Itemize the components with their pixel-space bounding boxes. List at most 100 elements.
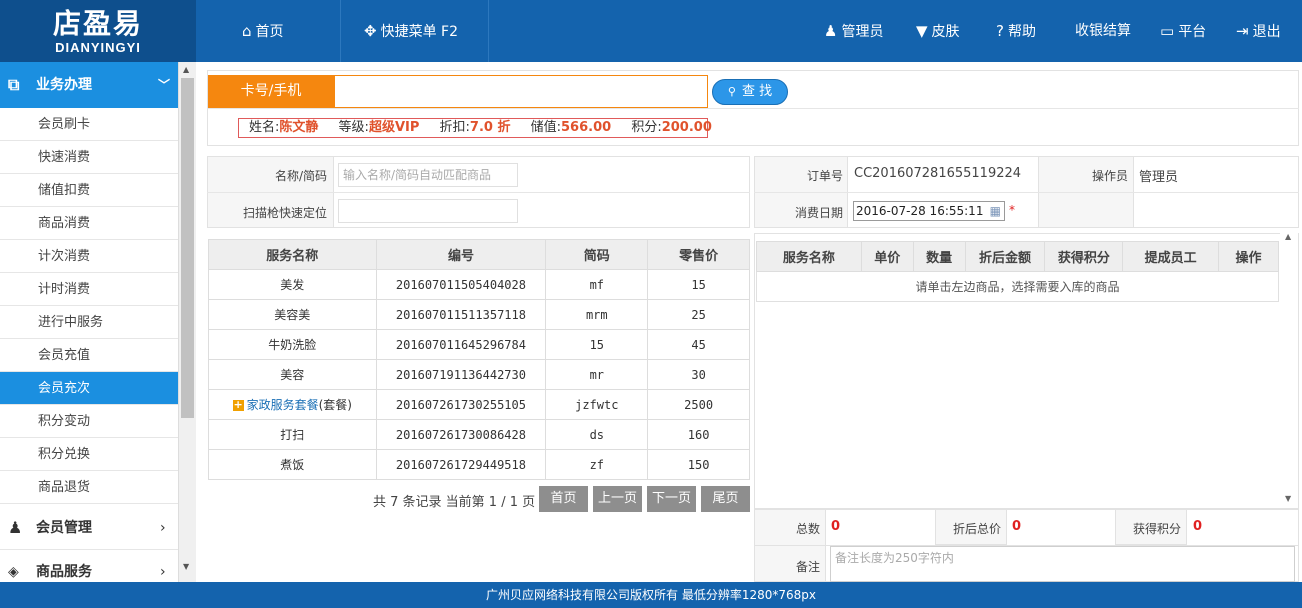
product-name-cell[interactable]: 美容 [208,359,377,390]
nav-platform[interactable]: ▭ 平台 [1160,0,1206,62]
user-add-icon: ♟ [8,518,23,537]
nav-home[interactable]: ⌂ 首页 [242,0,284,62]
search-button[interactable]: ⚲ 查 找 [712,79,788,105]
nav-skin-label: 皮肤 [931,24,960,40]
product-name-cell[interactable]: 牛奶洗脸 [208,329,377,360]
product-short-cell: mf [545,269,649,300]
product-code-cell: 201607261730086428 [375,419,547,450]
user-icon: ♟ [824,22,838,40]
sidebar-item[interactable]: 积分兑换 [0,438,178,471]
member-balance-label: 储值: [530,120,561,135]
product-name-cell[interactable]: 美发 [208,269,377,300]
nav-platform-label: 平台 [1178,24,1207,40]
product-name-cell[interactable]: 美容美 [208,299,377,330]
sidebar-group-member[interactable]: ♟ 会员管理 › [0,506,178,550]
nav-admin[interactable]: ♟ 管理员 [824,0,883,62]
chart-icon: ⧉ [8,75,20,94]
expand-icon[interactable]: + [232,399,244,411]
sidebar-group-products[interactable]: ◈ 商品服务 › [0,550,178,582]
product-name-cell[interactable]: 打扫 [208,419,377,450]
sidebar-item[interactable]: 进行中服务 [0,306,178,339]
sidebar-item[interactable]: 会员充次 [0,372,178,405]
nav-checkout[interactable]: 收银结算 [1075,0,1131,62]
column-header: 零售价 [647,239,750,270]
product-price-cell: 15 [647,269,750,300]
logo-text: 店盈易 [52,7,143,40]
remark-textarea[interactable]: 备注长度为250字符内 [830,546,1295,582]
nav-admin-label: 管理员 [841,24,884,40]
scroll-up-icon[interactable]: ▲ [183,65,189,74]
member-points: 200.00 [661,120,712,135]
sidebar-item[interactable]: 商品退货 [0,471,178,504]
calendar-icon[interactable]: ▦ [990,202,1001,220]
product-name-cell[interactable]: 煮饭 [208,449,377,480]
nav-quick-menu[interactable]: ✥ 快捷菜单 F2 [364,0,458,62]
nav-skin[interactable]: ▼ 皮肤 [916,0,960,62]
date-value: 2016-07-28 16:55:11 [856,204,984,218]
sidebar-item[interactable]: 会员充值 [0,339,178,372]
name-code-input[interactable]: 输入名称/简码自动匹配商品 [338,163,518,187]
product-code-cell: 201607261730255105 [375,389,547,420]
total-count-label: 总数 [795,522,820,536]
chevron-right-icon: › [160,520,166,536]
column-header: 折后金额 [964,241,1046,272]
order-scrollbar[interactable]: ▲ ▼ [1280,230,1298,508]
sidebar-item[interactable]: 快速消费 [0,141,178,174]
nav-logout-label: 退出 [1252,24,1281,40]
table-row[interactable]: 美发 201607011505404028 mf 15 [208,269,750,300]
nav-logout[interactable]: ⇥ 退出 [1236,0,1281,62]
sidebar-item[interactable]: 储值扣费 [0,174,178,207]
table-row[interactable]: 美容美 201607011511357118 mrm 25 [208,299,750,330]
order-no-label: 订单号 [806,169,843,183]
scroll-down-icon[interactable]: ▼ [183,562,189,571]
product-suffix: (套餐) [318,398,352,412]
prev-page-button[interactable]: 上一页 [593,486,642,512]
first-page-button[interactable]: 首页 [539,486,588,512]
member-level: 超级VIP [368,120,420,135]
search-icon: ⚲ [727,85,736,98]
scrollbar-thumb[interactable] [181,78,194,418]
scroll-up-icon[interactable]: ▲ [1285,232,1291,241]
card-label: 卡号/手机 [208,75,334,108]
product-name[interactable]: 家政服务套餐 [247,398,319,412]
table-row[interactable]: + 家政服务套餐(套餐) 201607261730255105 jzfwtc 2500 [208,389,750,420]
divider [207,192,750,193]
table-row[interactable]: 煮饭 201607261729449518 zf 150 [208,449,750,480]
column-header: 获得积分 [1044,241,1124,272]
column-header: 提成员工 [1122,241,1220,272]
name-code-label: 名称/简码 [274,169,327,183]
last-page-button[interactable]: 尾页 [701,486,750,512]
sidebar-item[interactable]: 商品消费 [0,207,178,240]
next-page-button[interactable]: 下一页 [647,486,696,512]
sidebar: ⧉ 业务办理 ﹀ 会员刷卡 快速消费 储值扣费 商品消费 计次消费 计时消费 进行中服务 会员… [0,62,196,582]
scroll-down-icon[interactable]: ▼ [1285,494,1291,503]
date-input[interactable]: 2016-07-28 16:55:11 ▦ [853,201,1005,221]
logout-icon: ⇥ [1236,22,1249,40]
table-row[interactable]: 美容 201607191136442730 mr 30 [208,359,750,390]
top-bar: 店盈易 DIANYINGYI ⌂ 首页 ✥ 快捷菜单 F2 ♟ 管理员 ▼ 皮肤 ? 帮助… [0,0,1302,62]
divider [754,192,1299,193]
table-row[interactable]: 打扫 201607261730086428 ds 160 [208,419,750,450]
sidebar-item[interactable]: 计次消费 [0,240,178,273]
operator-value: 管理员 [1139,170,1179,185]
sidebar-item[interactable]: 会员刷卡 [0,108,178,141]
monitor-icon: ▭ [1160,22,1175,40]
column-header: 数量 [912,241,966,272]
order-items-table: 服务名称 单价 数量 折后金额 获得积分 提成员工 操作 请单击左边商品，选择需要入库的商品 [756,241,1279,302]
member-name-label: 姓名: [249,120,280,135]
sidebar-scrollbar[interactable]: ▲ ▼ [178,62,196,582]
scan-input[interactable] [338,199,518,223]
order-no: CC201607281655119224 [854,166,1022,181]
divider [207,108,1299,109]
earned-points: 0 [1193,519,1203,534]
sidebar-item[interactable]: 积分变动 [0,405,178,438]
nav-help[interactable]: ? 帮助 [996,0,1036,62]
product-short-cell: ds [545,419,649,450]
sidebar-item[interactable]: 计时消费 [0,273,178,306]
operator-label: 操作员 [1091,169,1128,183]
card-input[interactable] [334,75,708,108]
product-name-cell[interactable]: + 家政服务套餐(套餐) [208,389,377,420]
product-short-cell: jzfwtc [545,389,649,420]
table-row[interactable]: 牛奶洗脸 201607011645296784 15 45 [208,329,750,360]
sidebar-section-business[interactable]: ⧉ 业务办理 ﹀ [0,62,178,108]
